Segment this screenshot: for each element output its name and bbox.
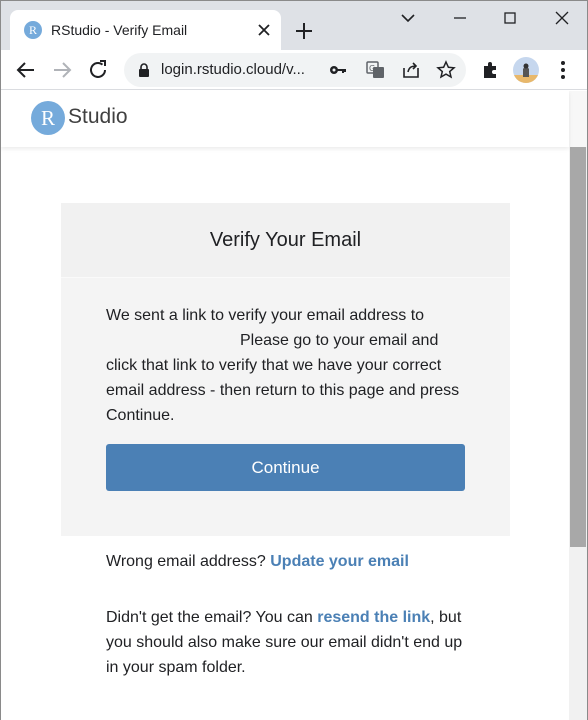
tab-strip: R RStudio - Verify Email xyxy=(1,1,587,50)
profile-avatar[interactable] xyxy=(513,57,539,83)
resend-prefix: Didn't get the email? You can xyxy=(106,609,313,626)
key-icon[interactable] xyxy=(327,59,349,81)
address-bar[interactable]: login.rstudio.cloud/v... G xyxy=(124,53,466,87)
maximize-icon[interactable] xyxy=(495,5,525,31)
browser-tab[interactable]: R RStudio - Verify Email xyxy=(10,10,281,50)
translate-icon[interactable]: G xyxy=(364,59,386,81)
main-content: Verify Your Email We sent a link to veri… xyxy=(1,147,569,720)
bookmark-star-icon[interactable] xyxy=(435,59,457,81)
card-message: We sent a link to verify your email addr… xyxy=(106,303,471,428)
scrollbar-thumb[interactable] xyxy=(570,147,586,547)
extensions-icon[interactable] xyxy=(479,58,503,82)
close-window-icon[interactable] xyxy=(547,5,577,31)
card-title: Verify Your Email xyxy=(209,229,362,251)
logo-text[interactable]: Studio xyxy=(68,105,128,129)
verify-card: Verify Your Email We sent a link to veri… xyxy=(61,203,510,536)
resend-link[interactable]: resend the link xyxy=(317,609,430,626)
lock-icon[interactable] xyxy=(136,62,152,78)
browser-toolbar: login.rstudio.cloud/v... G xyxy=(1,50,587,90)
back-icon[interactable] xyxy=(14,58,38,82)
minimize-icon[interactable] xyxy=(445,5,475,31)
update-email-link[interactable]: Update your email xyxy=(270,553,409,570)
wrong-email-prefix: Wrong email address? xyxy=(106,553,266,570)
wrong-email-text: Wrong email address? Update your email xyxy=(106,549,476,574)
url-text[interactable]: login.rstudio.cloud/v... xyxy=(161,61,305,78)
message-rest: Please go to your email and click that l… xyxy=(106,332,460,424)
close-tab-icon[interactable] xyxy=(254,20,274,40)
resend-text: Didn't get the email? You can resend the… xyxy=(106,605,476,680)
share-icon[interactable] xyxy=(400,59,422,81)
reload-icon[interactable] xyxy=(86,58,110,82)
site-header: R Studio xyxy=(1,91,569,147)
message-line-1: We sent a link to verify your email addr… xyxy=(106,307,425,324)
rstudio-favicon-icon: R xyxy=(24,21,42,39)
svg-text:G: G xyxy=(369,64,375,73)
avatar-image xyxy=(513,63,539,83)
page-viewport: R Studio Verify Your Email We sent a lin… xyxy=(1,91,587,720)
scrollbar[interactable] xyxy=(569,147,587,720)
forward-icon[interactable] xyxy=(50,58,74,82)
new-tab-icon[interactable] xyxy=(293,20,315,42)
tab-title: RStudio - Verify Email xyxy=(51,22,188,38)
continue-button[interactable]: Continue xyxy=(106,444,465,491)
tab-search-icon[interactable] xyxy=(393,5,423,31)
card-header: Verify Your Email xyxy=(61,203,510,278)
rstudio-logo-icon[interactable]: R xyxy=(31,101,65,135)
menu-icon[interactable] xyxy=(551,58,575,82)
